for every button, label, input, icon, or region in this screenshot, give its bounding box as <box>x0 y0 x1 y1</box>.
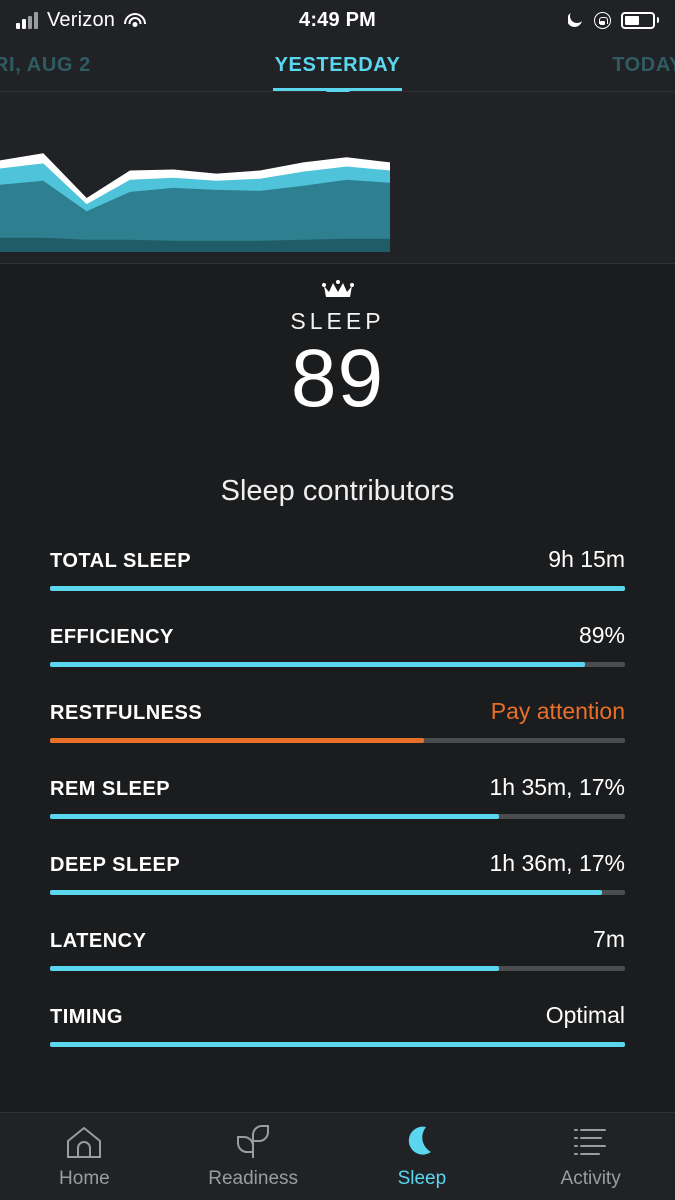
day-tab-yesterday[interactable]: YESTERDAY <box>0 54 675 77</box>
contributor-header: TIMING Optimal <box>50 1002 625 1029</box>
crown-icon <box>0 276 675 300</box>
contributor-header: LATENCY 7m <box>50 926 625 953</box>
sleep-stages-area-chart <box>0 153 390 252</box>
day-tab-bar[interactable]: RI, AUG 2 YESTERDAY TODAY <box>0 40 675 103</box>
moon-do-not-disturb-icon <box>568 12 584 28</box>
contributor-row[interactable]: LATENCY 7m <box>50 926 625 971</box>
contributor-progress-fill <box>50 965 499 971</box>
contributor-label: TIMING <box>50 1005 123 1028</box>
sleep-score-block: SLEEP 89 <box>0 264 675 421</box>
contributor-progress-track <box>50 813 625 819</box>
active-tab-indicator <box>273 88 402 103</box>
contributor-label: DEEP SLEEP <box>50 853 181 876</box>
contributor-progress-fill <box>50 889 602 895</box>
nav-label-readiness: Readiness <box>208 1167 299 1189</box>
contributor-value: Optimal <box>545 1001 625 1028</box>
bottom-navigation-bar[interactable]: Home Readiness Sleep Activity <box>0 1112 675 1200</box>
nav-item-activity[interactable]: Activity <box>506 1113 675 1200</box>
contributor-progress-track <box>50 889 625 895</box>
carrier-label: Verizon <box>47 8 116 31</box>
contributor-value: 89% <box>578 621 625 648</box>
contributor-row[interactable]: REM SLEEP 1h 35m, 17% <box>50 774 625 819</box>
contributor-value: Pay attention <box>490 697 625 724</box>
contributor-progress-track <box>50 737 625 743</box>
nav-label-sleep: Sleep <box>397 1167 447 1189</box>
list-icon <box>571 1124 611 1160</box>
contributor-progress-fill <box>50 1041 625 1047</box>
status-bar-left: Verizon <box>16 8 147 32</box>
contributor-value: 9h 15m <box>548 545 625 572</box>
sleep-stages-chart[interactable] <box>0 92 675 264</box>
moon-icon <box>402 1124 442 1160</box>
day-tab-today[interactable]: TODAY <box>612 54 675 77</box>
sleep-score-value: 89 <box>290 333 385 424</box>
contributor-progress-fill <box>50 813 499 819</box>
contributor-label: TOTAL SLEEP <box>50 549 192 572</box>
status-bar-right <box>568 11 659 29</box>
contributor-header: RESTFULNESS Pay attention <box>50 698 625 725</box>
contributor-progress-track <box>50 1041 625 1047</box>
sleep-contributors-list: TOTAL SLEEP 9h 15m EFFICIENCY 89% RESTFULNES… <box>0 546 675 1047</box>
plant-leaf-icon <box>233 1124 273 1160</box>
contributor-header: DEEP SLEEP 1h 36m, 17% <box>50 850 625 877</box>
contributor-header: REM SLEEP 1h 35m, 17% <box>50 774 625 801</box>
wifi-icon <box>124 12 147 29</box>
contributor-row[interactable]: DEEP SLEEP 1h 36m, 17% <box>50 850 625 895</box>
rotation-lock-icon <box>594 11 611 29</box>
contributor-progress-track <box>50 965 625 971</box>
contributor-value: 1h 36m, 17% <box>489 849 625 876</box>
contributor-progress-fill <box>50 737 424 743</box>
contributor-progress-fill <box>50 585 625 591</box>
contributor-row[interactable]: EFFICIENCY 89% <box>50 622 625 667</box>
home-icon <box>64 1124 104 1160</box>
nav-item-home[interactable]: Home <box>0 1113 169 1200</box>
contributor-value: 7m <box>593 925 625 952</box>
contributor-value: 1h 35m, 17% <box>489 773 625 800</box>
nav-item-readiness[interactable]: Readiness <box>169 1113 338 1200</box>
contributor-progress-fill <box>50 661 585 667</box>
contributor-row[interactable]: TIMING Optimal <box>50 1002 625 1047</box>
battery-icon <box>621 11 659 29</box>
contributor-label: EFFICIENCY <box>50 625 174 648</box>
status-bar: Verizon 4:49 PM <box>0 0 675 40</box>
contributor-progress-track <box>50 661 625 667</box>
contributor-header: EFFICIENCY 89% <box>50 622 625 649</box>
contributors-heading: Sleep contributors <box>220 474 455 507</box>
contributor-label: LATENCY <box>50 929 147 952</box>
sleep-score-label: SLEEP <box>290 308 385 334</box>
contributor-label: RESTFULNESS <box>50 701 203 724</box>
cellular-signal-icon <box>16 11 38 29</box>
nav-label-activity: Activity <box>560 1167 621 1189</box>
nav-label-home: Home <box>59 1167 110 1189</box>
contributor-row[interactable]: RESTFULNESS Pay attention <box>50 698 625 743</box>
contributor-header: TOTAL SLEEP 9h 15m <box>50 546 625 573</box>
contributor-row[interactable]: TOTAL SLEEP 9h 15m <box>50 546 625 591</box>
contributor-progress-track <box>50 585 625 591</box>
contributor-label: REM SLEEP <box>50 777 171 800</box>
nav-item-sleep[interactable]: Sleep <box>338 1113 507 1200</box>
